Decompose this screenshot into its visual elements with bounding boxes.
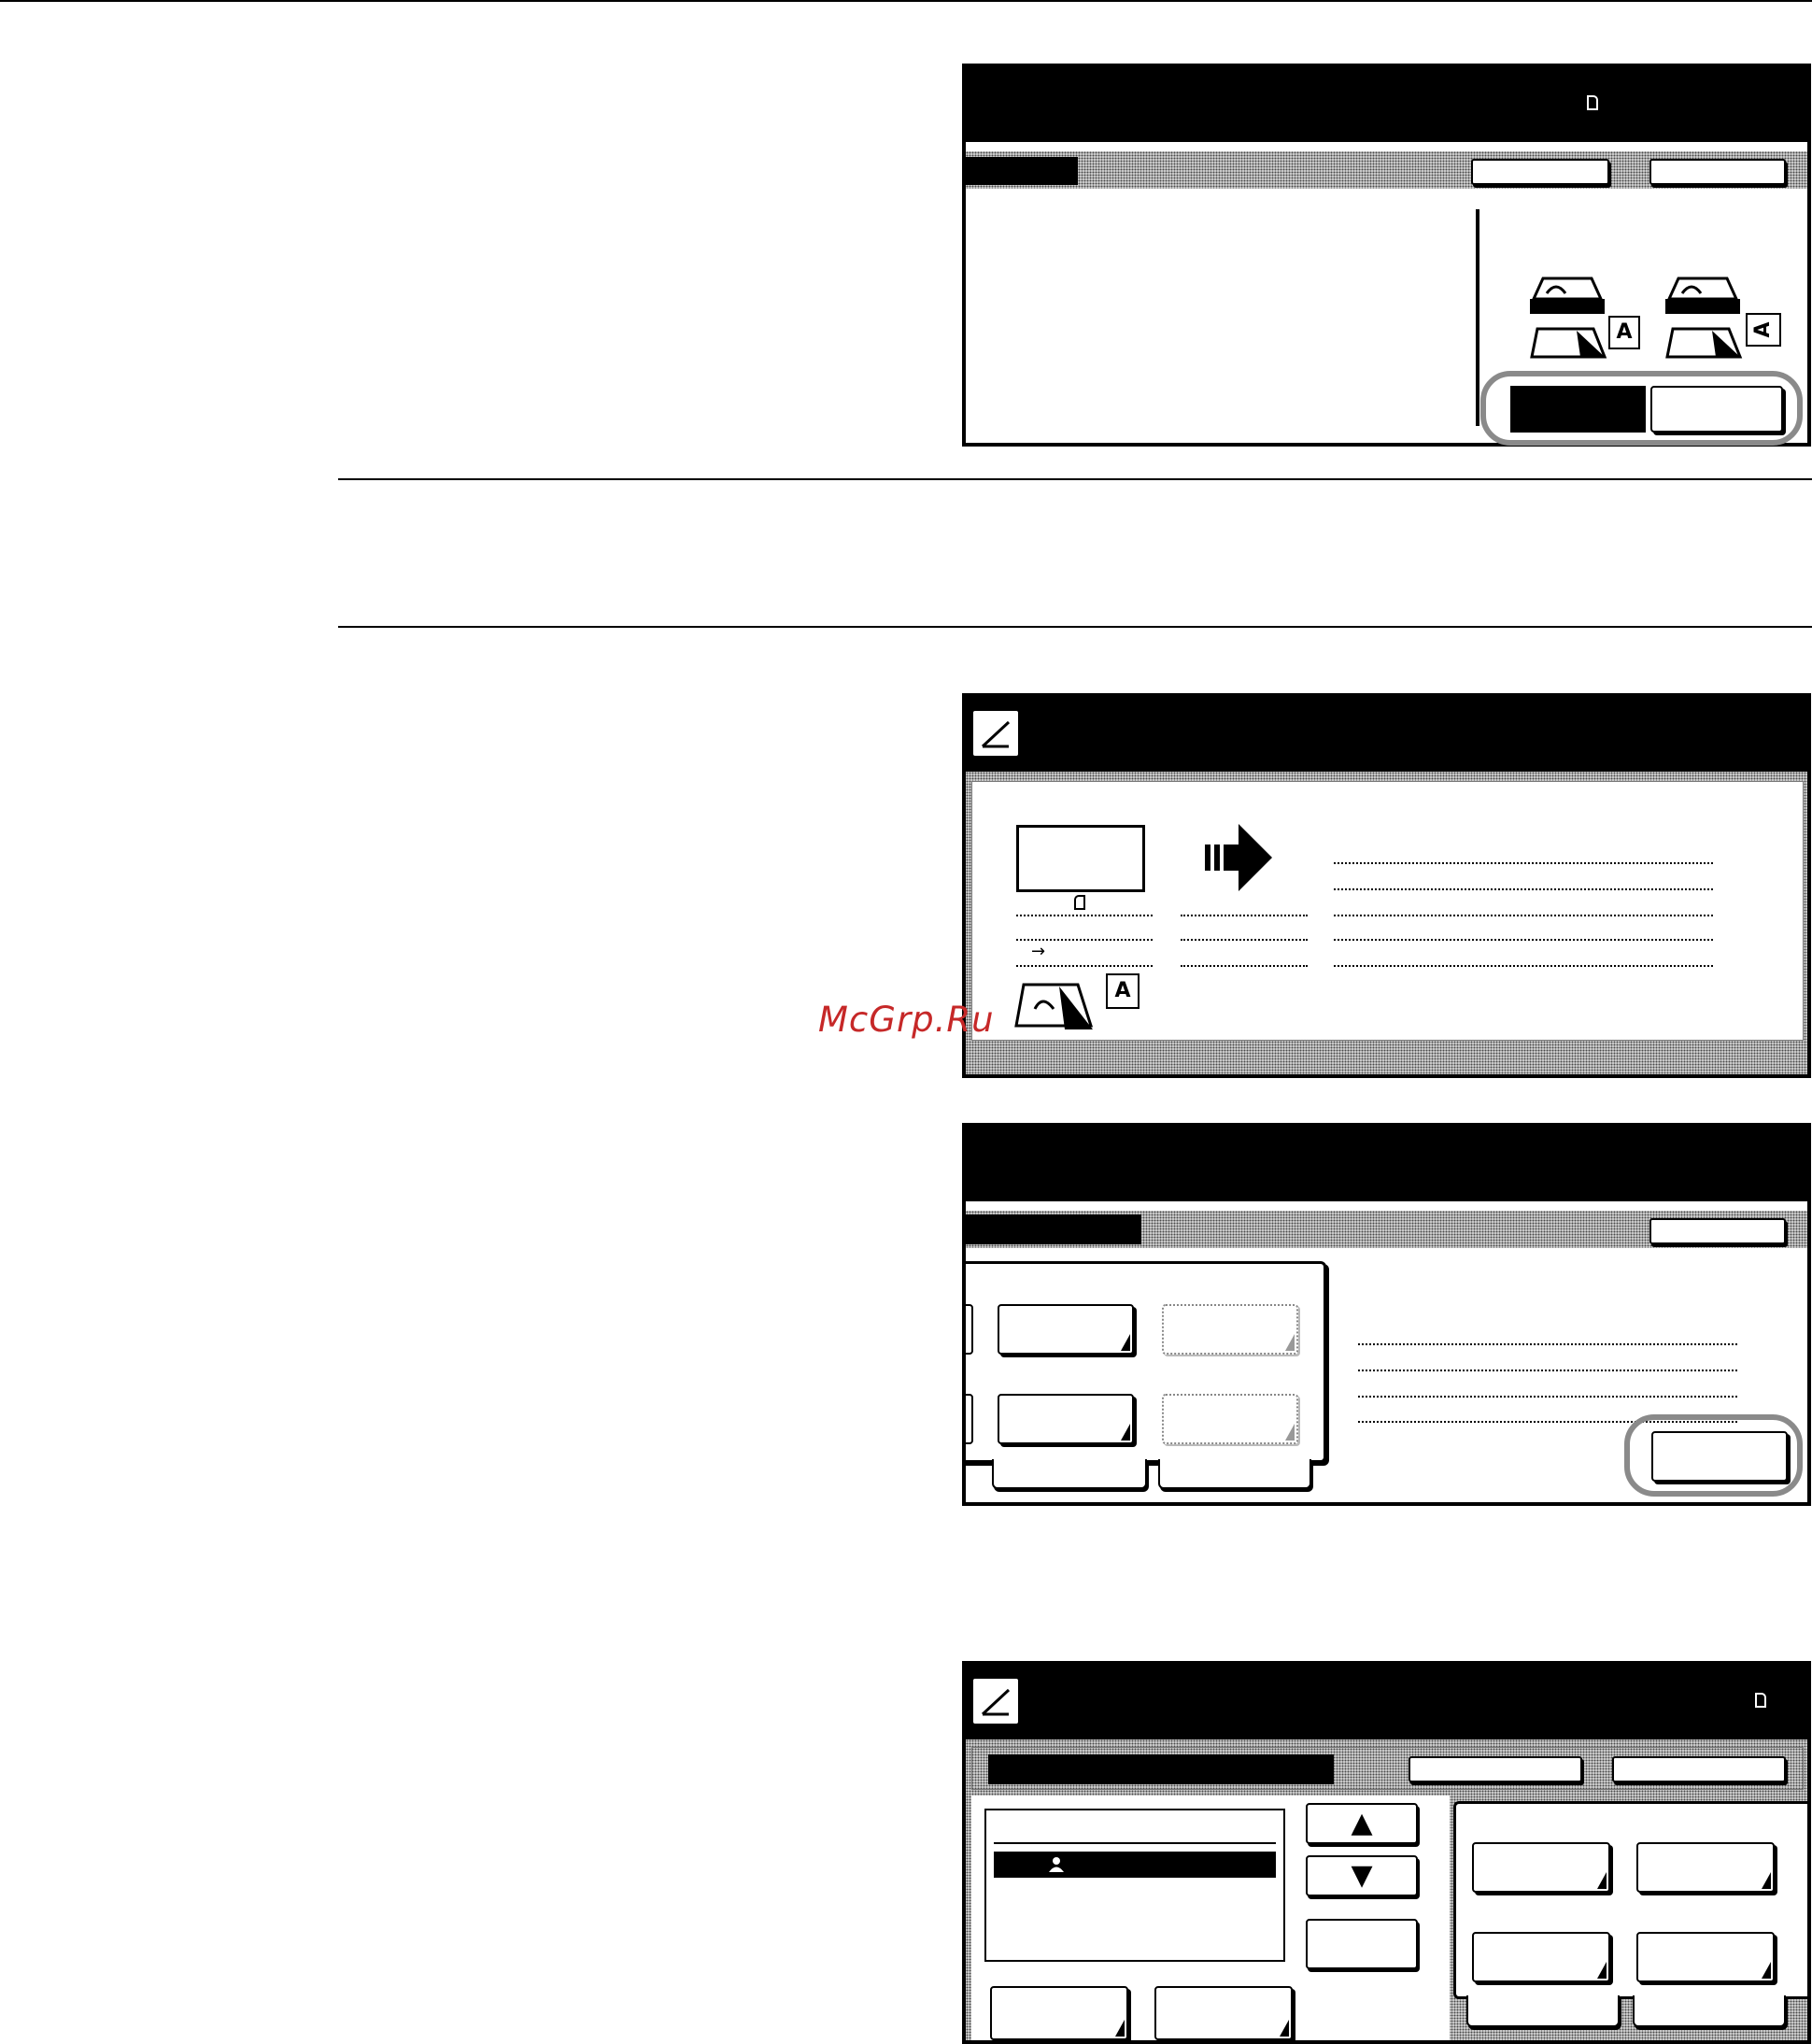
menu-button-3[interactable] [1472, 1932, 1610, 1982]
tab-2[interactable] [1158, 1459, 1311, 1489]
info-line [1334, 888, 1713, 890]
info-line [1358, 1396, 1737, 1398]
info-line [1358, 1343, 1737, 1345]
tab-label-block [966, 1214, 1141, 1244]
up-arrow-icon: ▲ [1351, 1807, 1373, 1839]
info-line [1016, 939, 1153, 941]
menu-button-4[interactable] [1636, 1932, 1775, 1982]
panel-title-bar [966, 1665, 1807, 1739]
partial-button-left[interactable] [966, 1304, 973, 1355]
paper-frame-icon [1016, 825, 1145, 892]
partial-button-left[interactable] [966, 1394, 973, 1444]
section-rule-2 [338, 626, 1812, 628]
scroll-up-button[interactable]: ▲ [1306, 1803, 1418, 1844]
button-corner-icon [1115, 2020, 1125, 2037]
button-corner-icon [1597, 1962, 1607, 1979]
info-line [1334, 862, 1713, 864]
button-corner-icon [1285, 1424, 1295, 1441]
glyph-A-icon: A [1746, 313, 1781, 347]
edit-icon[interactable] [971, 709, 1020, 758]
menu-button-1[interactable] [998, 1304, 1134, 1355]
glyph-A-icon: A [1608, 316, 1640, 349]
info-line [1181, 939, 1308, 941]
tab-1[interactable] [1466, 1995, 1620, 2027]
small-arrow-icon: → [1031, 942, 1046, 961]
user-icon [1049, 1857, 1064, 1872]
menu-button-3[interactable] [998, 1394, 1134, 1444]
header-button[interactable] [1649, 1218, 1786, 1244]
paper-portrait-icon [1755, 1693, 1766, 1708]
info-line [1334, 965, 1713, 967]
header-button-1[interactable] [1409, 1756, 1582, 1782]
highlight-ring-2 [1624, 1414, 1803, 1497]
info-line [1181, 915, 1308, 916]
watermark-text: McGrp.Ru [818, 1000, 995, 1040]
panel-title-bar [966, 67, 1807, 142]
menu-button-4-disabled [1162, 1394, 1298, 1444]
button-corner-icon [1762, 1872, 1771, 1889]
panel-screen-4: ▲ ▼ [962, 1661, 1811, 2044]
panel-title-bar [966, 1127, 1807, 1201]
button-corner-icon [1121, 1424, 1130, 1441]
edit-icon[interactable] [971, 1677, 1020, 1725]
paper-portrait-icon [1587, 95, 1598, 110]
tab-1[interactable] [992, 1459, 1147, 1489]
list-item-selected[interactable] [994, 1852, 1276, 1878]
user-list[interactable] [984, 1809, 1285, 1962]
panel-title-bar [966, 697, 1807, 772]
list-header-divider [994, 1842, 1276, 1844]
tab-2[interactable] [1633, 1995, 1786, 2027]
header-button-1[interactable] [1471, 159, 1609, 185]
bottom-button-1[interactable] [990, 1986, 1128, 2040]
scroll-down-button[interactable]: ▼ [1306, 1855, 1418, 1896]
doc-feeder-icon [1014, 983, 1094, 1029]
down-arrow-icon: ▼ [1351, 1859, 1373, 1892]
header-button-2[interactable] [1649, 159, 1786, 185]
paper-portrait-small-icon [1074, 895, 1085, 910]
button-corner-icon [1285, 1334, 1295, 1351]
menu-button-1[interactable] [1472, 1842, 1610, 1893]
info-line [1358, 1370, 1737, 1371]
tab-label-block [966, 157, 1078, 185]
highlight-ring-1 [1480, 371, 1803, 446]
tab-label-block [988, 1754, 1334, 1784]
page-top-rule [0, 0, 1812, 2]
info-line [1016, 915, 1153, 916]
bottom-button-2[interactable] [1154, 1986, 1293, 2040]
menu-button-2[interactable] [1636, 1842, 1775, 1893]
panel-screen-2: → A [962, 693, 1811, 1078]
info-line [1334, 915, 1713, 916]
menu-button-2-disabled [1162, 1304, 1298, 1355]
panel-divider [1476, 209, 1479, 426]
info-line [1334, 939, 1713, 941]
list-action-button[interactable] [1306, 1919, 1418, 1969]
info-line [1181, 965, 1308, 967]
button-corner-icon [1280, 2020, 1289, 2037]
button-corner-icon [1762, 1962, 1771, 1979]
info-line [1016, 965, 1153, 967]
forward-arrow-icon [1205, 824, 1272, 891]
button-corner-icon [1597, 1872, 1607, 1889]
section-rule-1 [338, 478, 1812, 480]
button-corner-icon [1121, 1334, 1130, 1351]
header-button-2[interactable] [1612, 1756, 1786, 1782]
glyph-A-icon: A [1106, 973, 1140, 1009]
